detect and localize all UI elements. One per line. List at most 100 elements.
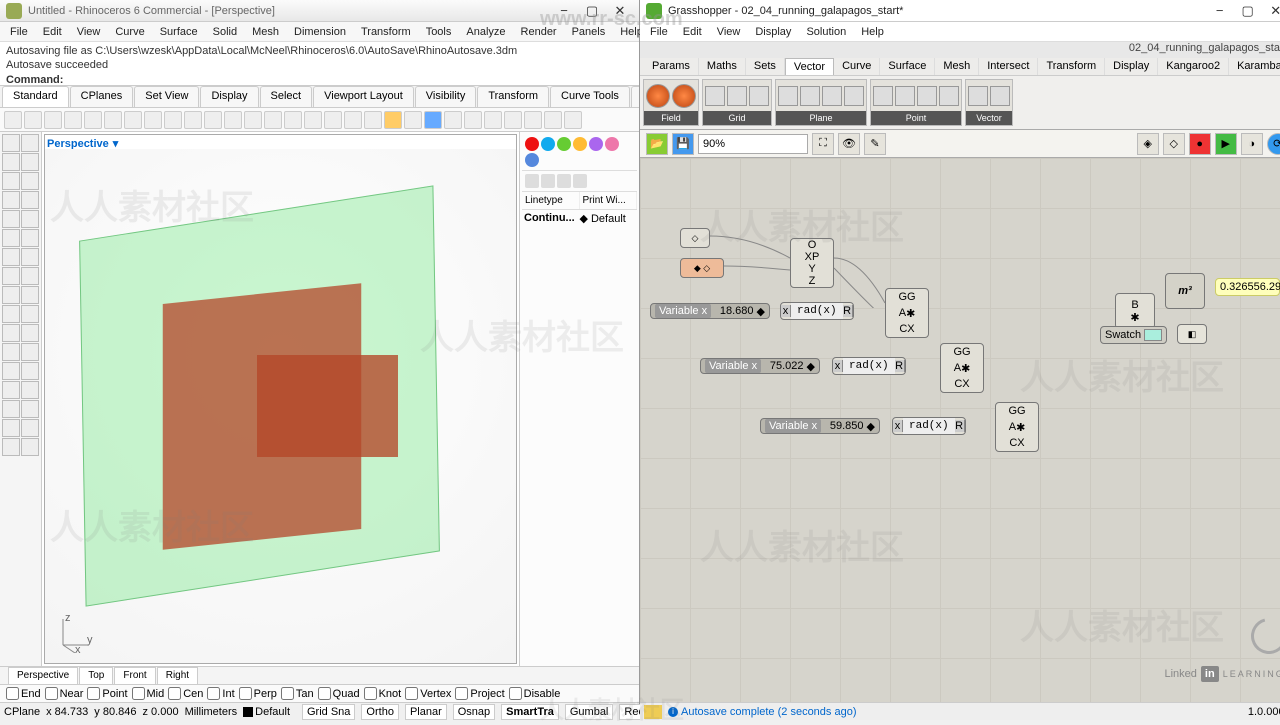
solver-icon[interactable]: ◑ — [1241, 133, 1263, 155]
maximize-icon[interactable]: ▢ — [1235, 2, 1261, 20]
osnap-project[interactable]: Project — [455, 687, 504, 700]
osnap-point[interactable]: Point — [87, 687, 127, 700]
sweep-icon[interactable] — [21, 324, 39, 342]
panel-tool-icon[interactable] — [541, 174, 555, 188]
viewport-3d[interactable]: zyx — [45, 149, 516, 663]
prop-icon[interactable] — [589, 137, 603, 151]
cat-vector[interactable]: Vector — [785, 58, 834, 75]
gh-menu-help[interactable]: Help — [855, 24, 890, 40]
save-icon[interactable] — [44, 111, 62, 129]
polyline-icon[interactable] — [21, 153, 39, 171]
shade-icon[interactable] — [404, 111, 422, 129]
trim-icon[interactable] — [21, 343, 39, 361]
zoom-input[interactable] — [698, 134, 808, 154]
rotate-node[interactable]: GGA✱CX — [995, 402, 1039, 452]
polygon-icon[interactable] — [21, 191, 39, 209]
osnap-tan[interactable]: Tan — [281, 687, 314, 700]
rect-icon[interactable] — [2, 191, 20, 209]
rotate-icon[interactable] — [204, 111, 222, 129]
options-icon[interactable] — [464, 111, 482, 129]
preview-node[interactable]: ◧ — [1177, 324, 1207, 344]
panel-node[interactable]: 0.326556.299798 — [1215, 278, 1280, 296]
osnap-quad[interactable]: Quad — [318, 687, 360, 700]
join-icon[interactable] — [21, 362, 39, 380]
toggle-ortho[interactable]: Ortho — [361, 704, 399, 720]
sketch-icon[interactable]: ✎ — [864, 133, 886, 155]
gumball-icon[interactable] — [564, 111, 582, 129]
cat-curve[interactable]: Curve — [834, 58, 880, 75]
tab-display[interactable]: Display — [200, 86, 258, 107]
expression-node[interactable]: xrad(x)R — [892, 417, 966, 435]
rotate-node[interactable]: GGA✱CX — [885, 288, 929, 338]
torus-icon[interactable] — [2, 286, 20, 304]
close-icon[interactable]: ✕ — [1263, 2, 1280, 20]
plane-icon[interactable] — [800, 86, 820, 106]
osnap-cen[interactable]: Cen — [168, 687, 203, 700]
menu-file[interactable]: File — [4, 24, 34, 40]
tab-setview[interactable]: Set View — [134, 86, 199, 107]
preview-icon[interactable]: 👁 — [838, 133, 860, 155]
cat-karamba[interactable]: Karamba — [1229, 58, 1280, 75]
col-printwidth[interactable]: Print Wi... — [580, 192, 638, 209]
tab-visibility[interactable]: Visibility — [415, 86, 477, 107]
gh-canvas[interactable]: ◇ ◆ ◇ O XP Y Z Variable x18.680◆ xrad(x)… — [640, 158, 1280, 702]
draw-icon[interactable]: ▶ — [1215, 133, 1237, 155]
gh-menu-view[interactable]: View — [711, 24, 747, 40]
menu-mesh[interactable]: Mesh — [246, 24, 285, 40]
toggle-osnap[interactable]: Osnap — [453, 704, 495, 720]
panel-tool-icon[interactable] — [573, 174, 587, 188]
menu-render[interactable]: Render — [515, 24, 563, 40]
gh-menu-solution[interactable]: Solution — [800, 24, 852, 40]
gh-icon[interactable] — [21, 438, 39, 456]
menu-solid[interactable]: Solid — [207, 24, 243, 40]
prop-icon[interactable] — [525, 153, 539, 167]
slider-node[interactable]: Variable x75.022◆ — [700, 358, 820, 374]
vtab-front[interactable]: Front — [114, 667, 155, 684]
prop-icon[interactable] — [541, 137, 555, 151]
point-icon[interactable] — [895, 86, 915, 106]
status-units[interactable]: Millimeters — [185, 706, 238, 718]
lasso-icon[interactable] — [21, 134, 39, 152]
compass-icon[interactable] — [1244, 611, 1280, 660]
osnap-perp[interactable]: Perp — [239, 687, 277, 700]
cat-intersect[interactable]: Intersect — [979, 58, 1038, 75]
maximize-icon[interactable]: ▢ — [579, 2, 605, 20]
split-icon[interactable] — [2, 362, 20, 380]
field-icon[interactable] — [646, 84, 670, 108]
sphere2-icon[interactable] — [21, 248, 39, 266]
tab-surfacetools[interactable]: Surface To — [631, 86, 639, 107]
copy-icon[interactable] — [104, 111, 122, 129]
save-file-icon[interactable]: 💾 — [672, 133, 694, 155]
box-icon[interactable] — [2, 248, 20, 266]
line-icon[interactable] — [2, 153, 20, 171]
grid-icon[interactable] — [705, 86, 725, 106]
param-node[interactable]: ◆ ◇ — [680, 258, 724, 278]
construct-point-node[interactable]: O XP Y Z — [790, 238, 834, 288]
grid-icon[interactable] — [727, 86, 747, 106]
recompute-icon[interactable]: ⟳ — [1267, 133, 1280, 155]
viewport-perspective[interactable]: Perspective▾ zyx — [44, 134, 517, 664]
extrude-icon[interactable] — [2, 305, 20, 323]
vtab-right[interactable]: Right — [157, 667, 198, 684]
prop-icon[interactable] — [557, 137, 571, 151]
vector-icon[interactable] — [990, 86, 1010, 106]
tab-transform[interactable]: Transform — [477, 86, 549, 107]
paste-icon[interactable] — [124, 111, 142, 129]
cat-params[interactable]: Params — [644, 58, 699, 75]
prop-icon[interactable] — [573, 137, 587, 151]
menu-panels[interactable]: Panels — [566, 24, 612, 40]
expression-node[interactable]: xrad(x)R — [832, 357, 906, 375]
cat-surface[interactable]: Surface — [880, 58, 935, 75]
shaded-icon[interactable]: ● — [1189, 133, 1211, 155]
prop-icon[interactable] — [525, 137, 539, 151]
redo-icon[interactable] — [164, 111, 182, 129]
cpedit-icon[interactable] — [2, 343, 20, 361]
status-layer[interactable]: Default — [255, 706, 290, 718]
fillet-icon[interactable] — [21, 381, 39, 399]
panel-tool-icon[interactable] — [557, 174, 571, 188]
menu-analyze[interactable]: Analyze — [460, 24, 511, 40]
properties-icon[interactable] — [364, 111, 382, 129]
prop-icon[interactable] — [605, 137, 619, 151]
slider-node[interactable]: Variable x18.680◆ — [650, 303, 770, 319]
cat-kangaroo[interactable]: Kangaroo2 — [1158, 58, 1229, 75]
